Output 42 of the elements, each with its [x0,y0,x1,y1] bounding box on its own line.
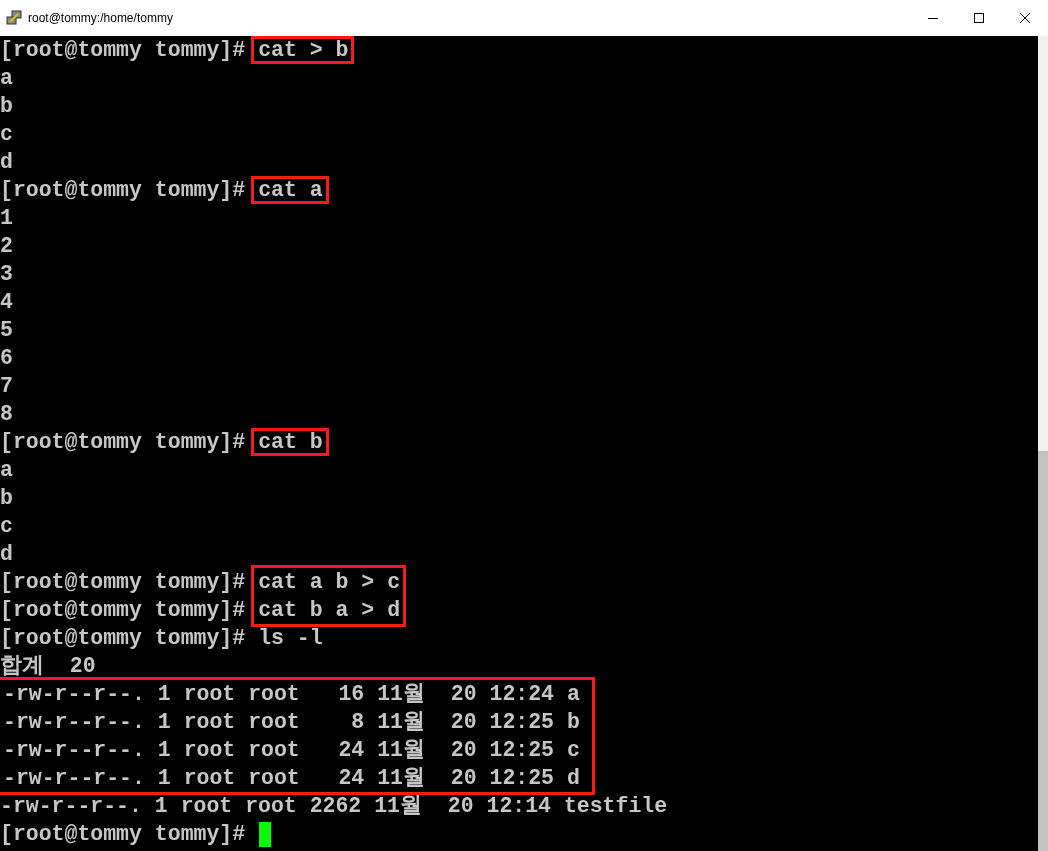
output-line: -rw-r--r--. 1 root root 16 11월 20 12:24 a [3,681,580,708]
output-line: -rw-r--r--. 1 root root 24 11월 20 12:25 d [3,765,580,792]
command-text: ls -l [258,625,323,652]
command-text: cat b a > d [258,597,401,624]
text-cursor [259,821,272,847]
output-line: -rw-r--r--. 1 root root 8 11월 20 12:25 b [3,709,580,736]
scrollbar[interactable] [1038,36,1048,851]
prompt-text: [root@tommy tommy]# [0,597,246,624]
output-line: c [0,121,13,148]
prompt-text: [root@tommy tommy]# [0,569,246,596]
prompt-text: [root@tommy tommy]# [0,177,246,204]
output-line: -rw-r--r--. 1 root root 2262 11월 20 12:14 testfile [0,793,668,820]
output-line: 6 [0,345,13,372]
command-text: cat b [258,431,323,453]
output-line: 7 [0,373,13,400]
output-line: b [0,93,13,120]
output-line: c [0,513,13,540]
output-line: 4 [0,289,13,316]
prompt-text: [root@tommy tommy]# [0,821,246,848]
command-text: cat > b [258,39,349,61]
output-line: d [0,149,13,176]
prompt-text: [root@tommy tommy]# [0,429,246,456]
output-line: 1 [0,205,13,232]
scrollbar-thumb[interactable] [1038,451,1048,851]
command-text: cat a [258,179,323,201]
prompt-text: [root@tommy tommy]# [0,37,246,64]
terminal-app-icon [6,10,22,26]
output-line: 합계 20 [0,653,96,680]
output-line: -rw-r--r--. 1 root root 24 11월 20 12:25 c [3,737,580,764]
prompt-text: [root@tommy tommy]# [0,625,246,652]
output-line: a [0,457,13,484]
output-line: 2 [0,233,13,260]
close-icon [1020,13,1030,23]
maximize-icon [974,13,984,23]
output-line: 5 [0,317,13,344]
command-text: cat a b > c [258,569,401,596]
output-line: b [0,485,13,512]
output-line: 3 [0,261,13,288]
output-line: d [0,541,13,568]
output-line: a [0,65,13,92]
window-title: root@tommy:/home/tommy [28,11,174,25]
output-line: 8 [0,401,13,428]
